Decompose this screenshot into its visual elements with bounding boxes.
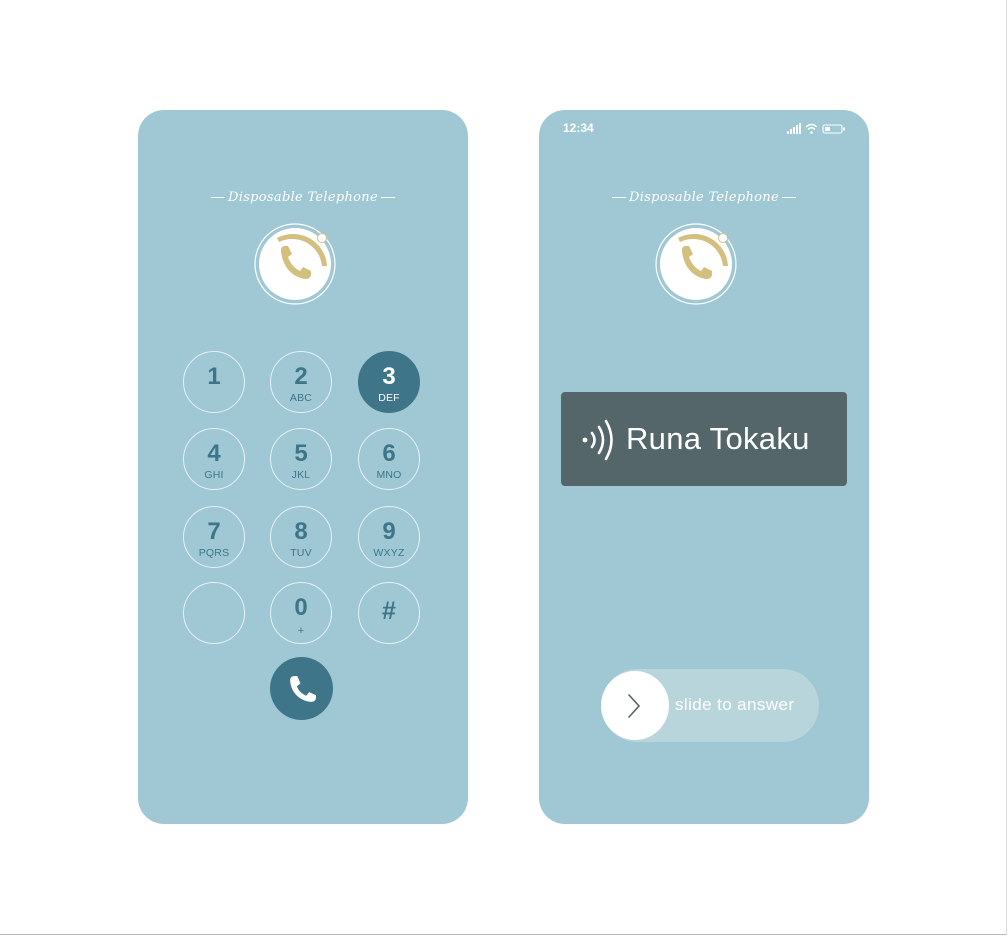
brand-wordmark: Disposable Telephone xyxy=(138,190,468,205)
key-digit: 3 xyxy=(382,363,396,390)
key-4[interactable]: 4 GHI xyxy=(183,428,245,490)
chevron-right-icon xyxy=(628,694,641,718)
status-icons xyxy=(787,122,847,140)
key-letters: + xyxy=(297,625,305,637)
app-logo xyxy=(253,222,337,306)
key-letters: JKL xyxy=(291,469,311,481)
key-hash[interactable]: # xyxy=(358,582,420,644)
key-letters: ABC xyxy=(289,392,313,404)
brand-wordmark: Disposable Telephone xyxy=(539,190,869,205)
key-1[interactable]: 1 xyxy=(183,351,245,413)
key-5[interactable]: 5 JKL xyxy=(270,428,332,490)
key-digit: 8 xyxy=(294,518,308,545)
key-digit: 1 xyxy=(207,363,221,390)
app-logo xyxy=(654,222,738,306)
key-digit: 5 xyxy=(294,440,308,467)
call-button[interactable] xyxy=(270,657,333,720)
wifi-icon xyxy=(805,123,818,134)
key-blank[interactable] xyxy=(183,582,245,644)
dialer-screen: Disposable Telephone 1 2 ABC 3 DEF 4 GHI 5 JKL 6 M… xyxy=(138,110,468,824)
key-2[interactable]: 2 ABC xyxy=(270,351,332,413)
key-6[interactable]: 6 MNO xyxy=(358,428,420,490)
sound-waves-icon xyxy=(582,419,613,461)
key-3[interactable]: 3 DEF xyxy=(358,351,420,413)
key-letters: WXYZ xyxy=(373,547,405,559)
key-digit: 7 xyxy=(207,518,221,545)
key-digit: 0 xyxy=(294,594,308,621)
key-digit: # xyxy=(382,597,396,625)
key-digit: 9 xyxy=(382,518,396,545)
brand-text: Disposable Telephone xyxy=(228,190,378,205)
key-letters: DEF xyxy=(378,392,400,404)
key-digit: 4 xyxy=(207,440,221,467)
key-letters: GHI xyxy=(204,469,224,481)
caller-card: Runa Tokaku xyxy=(561,392,847,486)
key-digit: 6 xyxy=(382,440,396,467)
key-7[interactable]: 7 PQRS xyxy=(183,506,245,568)
slide-knob[interactable] xyxy=(601,671,669,740)
caller-name: Runa Tokaku xyxy=(626,421,810,456)
signal-icon xyxy=(787,123,801,134)
key-letters: MNO xyxy=(376,469,402,481)
status-time: 12:34 xyxy=(563,121,594,135)
key-letters: TUV xyxy=(290,547,312,559)
incoming-call-screen: 12:34 Disposable Telephone Runa Tokaku s… xyxy=(539,110,869,824)
key-letters: PQRS xyxy=(198,547,230,559)
battery-icon xyxy=(822,124,845,134)
phone-icon xyxy=(290,676,316,702)
brand-text: Disposable Telephone xyxy=(629,190,779,205)
key-0[interactable]: 0 + xyxy=(270,582,332,644)
slide-to-answer[interactable]: slide to answer xyxy=(601,669,819,742)
key-digit: 2 xyxy=(294,363,308,390)
slide-label: slide to answer xyxy=(675,695,795,714)
key-8[interactable]: 8 TUV xyxy=(270,506,332,568)
key-9[interactable]: 9 WXYZ xyxy=(358,506,420,568)
